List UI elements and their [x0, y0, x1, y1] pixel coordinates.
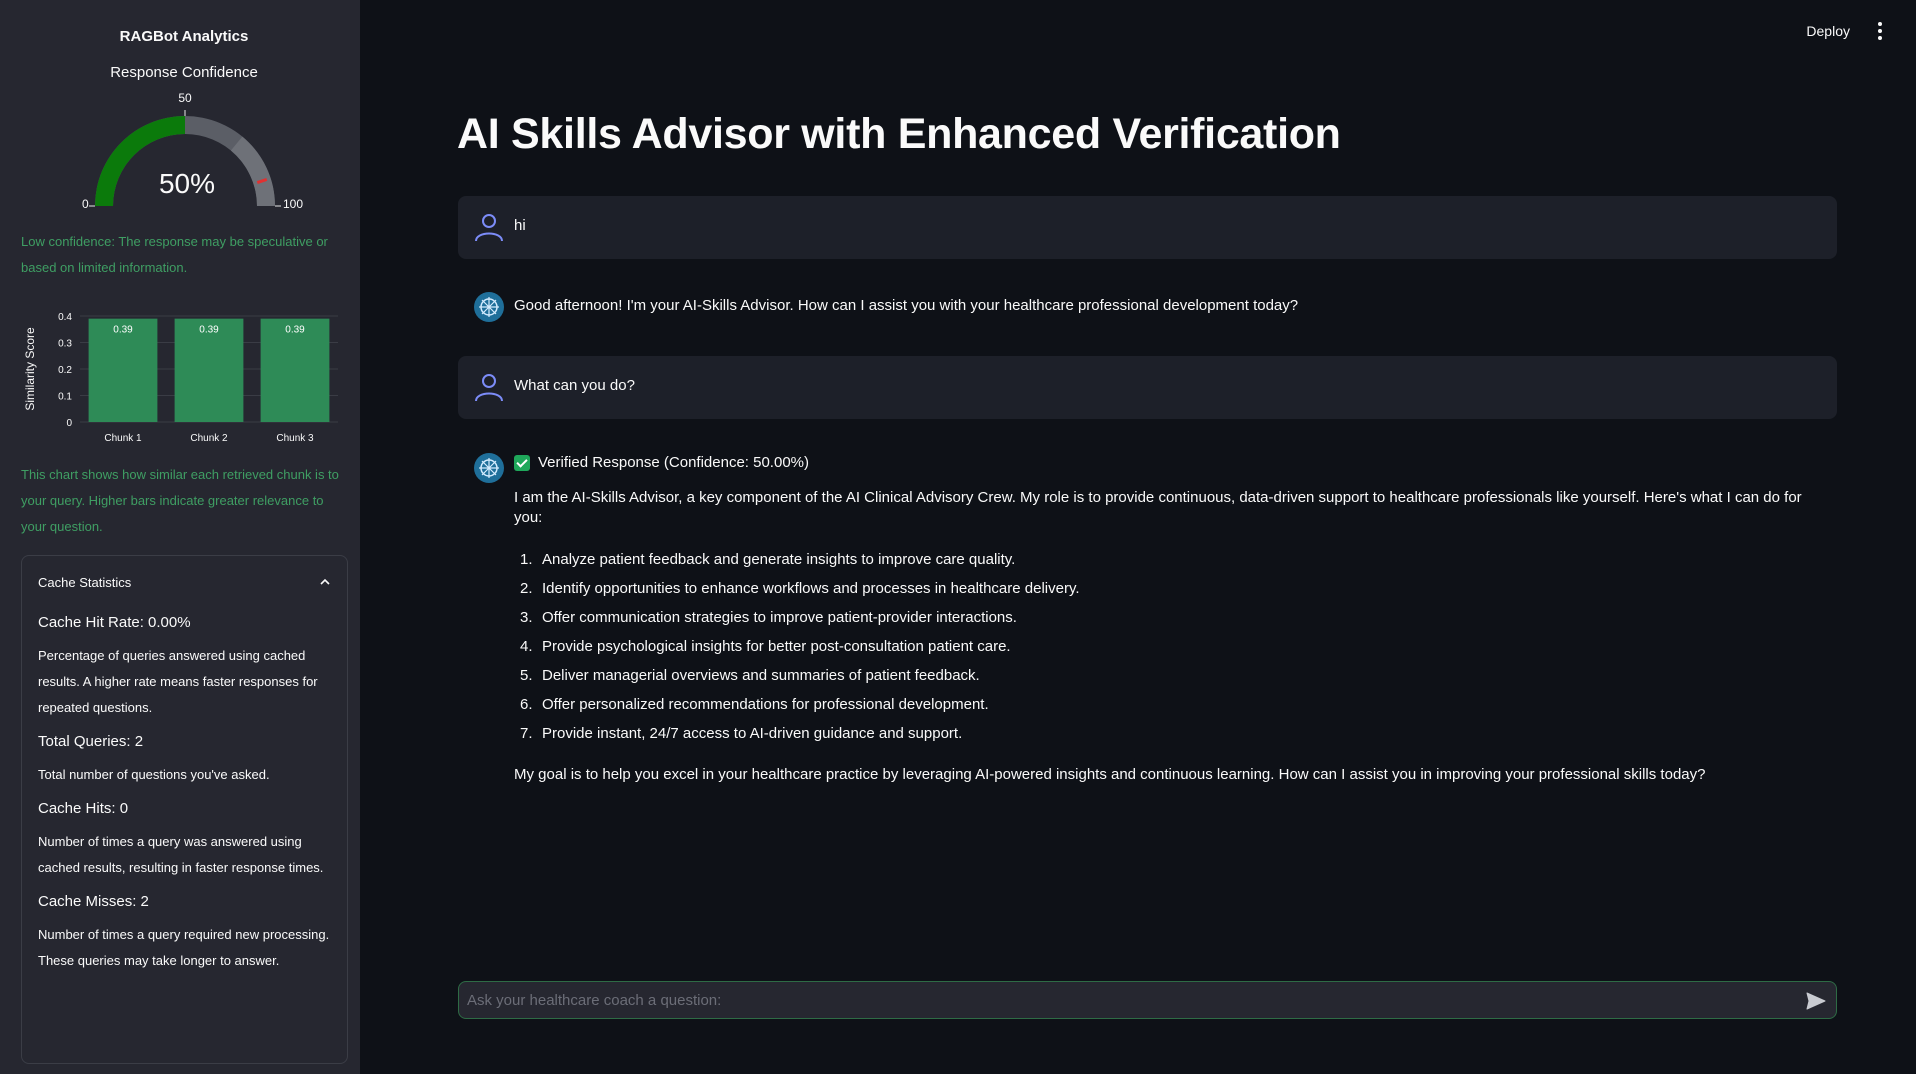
y-axis-label: Similarity Score	[23, 327, 37, 411]
confidence-note: Low confidence: The response may be spec…	[21, 234, 328, 275]
check-icon	[514, 454, 530, 471]
total-queries: Total Queries: 2	[38, 733, 144, 750]
cache-hit-rate: Cache Hit Rate: 0.00%	[38, 614, 191, 631]
page-title: AI Skills Advisor with Enhanced Verifica…	[457, 110, 1341, 158]
y-tick-label: 0	[66, 418, 72, 429]
cache-statistics-panel: Cache Statistics Cache Hit Rate: 0.00% P…	[21, 555, 348, 1064]
chat-message-user: hi	[458, 196, 1837, 259]
user-avatar-icon	[475, 214, 503, 242]
bar-value-label: 0.39	[113, 325, 133, 336]
message-text: Good afternoon! I'm your AI-Skills Advis…	[514, 297, 1299, 314]
confidence-gauge: 0 50 100 50%	[82, 91, 303, 211]
message-text: hi	[514, 217, 526, 234]
bar-value-label: 0.39	[285, 325, 305, 336]
verified-badge: Verified Response (Confidence: 50.00%)	[514, 454, 1834, 471]
response-closing: My goal is to help you excel in your hea…	[514, 766, 1706, 783]
assistant-response: Verified Response (Confidence: 50.00%) I…	[514, 454, 1834, 785]
assistant-avatar-icon	[474, 453, 504, 483]
x-tick-label: Chunk 1	[104, 433, 142, 444]
list-item: 5. Deliver managerial overviews and summa…	[520, 667, 980, 684]
bar-value-label: 0.39	[199, 325, 219, 336]
x-tick-label: Chunk 3	[276, 433, 314, 444]
chat-message-assistant: Good afternoon! I'm your AI-Skills Advis…	[458, 276, 1837, 339]
y-tick-label: 0.1	[58, 392, 72, 403]
cache-hits: Cache Hits: 0	[38, 800, 129, 817]
assistant-avatar-icon	[474, 292, 504, 322]
y-tick-label: 0.4	[58, 312, 72, 323]
verified-label: Verified Response (Confidence: 50.00%)	[538, 454, 809, 471]
list-item: 3. Offer communication strategies to impr…	[520, 609, 1017, 626]
y-tick-label: 0.3	[58, 339, 72, 350]
chat-input-container	[458, 981, 1837, 1019]
cache-statistics-header[interactable]: Cache Statistics	[38, 572, 331, 592]
send-icon[interactable]	[1804, 989, 1828, 1013]
cache-statistics-label: Cache Statistics	[38, 574, 132, 590]
response-intro: I am the AI-Skills Advisor, a key compon…	[514, 489, 1802, 526]
cache-misses-desc: Number of times a query required new pro…	[38, 927, 330, 968]
x-tick-label: Chunk 2	[190, 433, 228, 444]
chevron-up-icon[interactable]	[319, 576, 331, 588]
chat-message-user: What can you do?	[458, 356, 1837, 419]
sidebar-title: RAGBot Analytics	[119, 28, 249, 45]
cache-misses: Cache Misses: 2	[38, 893, 149, 910]
deploy-button[interactable]: Deploy	[1806, 23, 1850, 39]
capabilities-list: 1. Analyze patient feedback and generate …	[514, 550, 1834, 744]
cache-hits-desc: Number of times a query was answered usi…	[38, 834, 324, 875]
list-item: 4. Provide psychological insights for bet…	[520, 638, 1011, 655]
gauge-max-label: 100	[283, 197, 303, 211]
gauge-value: 50%	[159, 168, 215, 199]
gauge-title: Response Confidence	[110, 64, 258, 81]
list-item: 7. Provide instant, 24/7 access to AI-dri…	[520, 725, 963, 742]
gauge-risk-band	[230, 136, 275, 206]
list-item: 6. Offer personalized recommendations for…	[520, 696, 989, 713]
sidebar: RAGBot Analytics Response Confidence 0 5…	[0, 0, 360, 1074]
list-item: 2. Identify opportunities to enhance work…	[520, 580, 1080, 597]
user-avatar-icon	[475, 374, 503, 402]
message-text: What can you do?	[514, 377, 635, 394]
top-bar: Deploy	[1806, 20, 1886, 42]
y-tick-label: 0.2	[58, 365, 72, 376]
similarity-bar-chart: 0 0.1 0.2 0.3 0.4 Similarity Score 0.39 Chunk 1…	[23, 312, 338, 444]
more-options-icon[interactable]	[1874, 20, 1886, 42]
chart-note: This chart shows how similar each retrie…	[21, 467, 339, 534]
chat-input[interactable]	[467, 982, 1787, 1018]
gauge-mid-label: 50	[178, 91, 192, 105]
list-item: 1. Analyze patient feedback and generate …	[520, 551, 1016, 568]
total-queries-desc: Total number of questions you've asked.	[38, 767, 270, 782]
gauge-min-label: 0	[82, 197, 89, 211]
cache-hit-rate-desc: Percentage of queries answered using cac…	[38, 648, 318, 715]
